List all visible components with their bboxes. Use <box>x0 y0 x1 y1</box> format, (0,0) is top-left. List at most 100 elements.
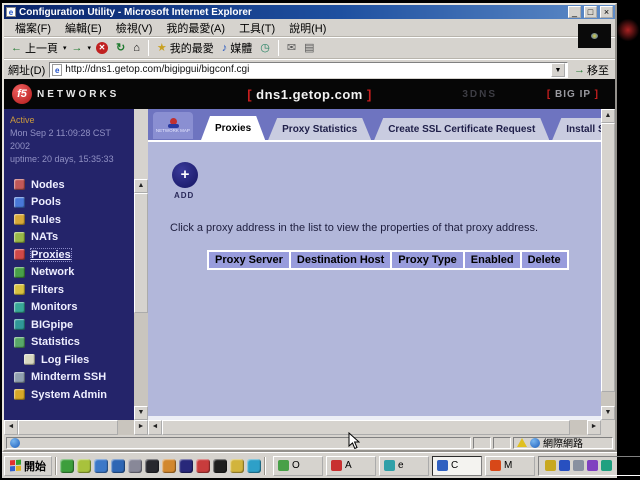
menu-file[interactable]: 檔案(F) <box>8 19 58 37</box>
favorites-button[interactable]: ★ 我的最愛 <box>154 39 217 57</box>
forward-dropdown[interactable]: ▾ <box>88 44 92 52</box>
bigpipe-icon <box>14 319 25 330</box>
sidebar-scrollbar-horizontal[interactable]: ◄ ► <box>4 420 148 435</box>
quicklaunch-icon[interactable] <box>179 459 193 473</box>
quicklaunch-icon[interactable] <box>77 459 91 473</box>
app-icon <box>490 460 501 471</box>
menu-help[interactable]: 說明(H) <box>282 19 333 37</box>
rules-icon <box>14 214 25 225</box>
scroll-up-icon[interactable]: ▲ <box>134 179 148 193</box>
home-button[interactable]: ⌂ <box>130 41 143 55</box>
task-button[interactable]: O <box>273 456 323 476</box>
scroll-thumb[interactable] <box>134 193 148 313</box>
quicklaunch-icon[interactable] <box>94 459 108 473</box>
quicklaunch-icon[interactable] <box>60 459 74 473</box>
sidebar-item-mindterm-ssh[interactable]: Mindterm SSH <box>4 369 134 387</box>
sidebar-item-statistics[interactable]: Statistics <box>4 334 134 352</box>
sidebar-item-log-files[interactable]: Log Files <box>4 351 134 369</box>
tab-proxies[interactable]: Proxies <box>201 116 265 140</box>
task-button[interactable]: M <box>485 456 535 476</box>
scroll-left-icon[interactable]: ◄ <box>4 420 18 435</box>
back-dropdown[interactable]: ▾ <box>63 44 67 52</box>
scroll-down-icon[interactable]: ▼ <box>601 406 615 420</box>
quicklaunch-icon[interactable] <box>128 459 142 473</box>
tab-create-ssl-certificate-request[interactable]: Create SSL Certificate Request <box>374 118 549 140</box>
tray-icon[interactable] <box>559 460 570 471</box>
sidebar-item-bigpipe[interactable]: BIGpipe <box>4 316 134 334</box>
quicklaunch-icon[interactable] <box>111 459 125 473</box>
menu-edit[interactable]: 編輯(E) <box>58 19 109 37</box>
address-input[interactable]: e http://dns1.getop.com/bigipgui/bigconf… <box>49 62 568 78</box>
scroll-right-icon[interactable]: ► <box>587 420 601 435</box>
ie-window: e Configuration Utility - Microsoft Inte… <box>2 3 617 452</box>
proxies-page: + ADD Click a proxy address in the list … <box>148 140 601 420</box>
tray-icon[interactable] <box>601 460 612 471</box>
sidebar-item-monitors[interactable]: Monitors <box>4 299 134 317</box>
column-proxy-type: Proxy Type <box>392 252 463 268</box>
scroll-thumb[interactable] <box>18 420 118 435</box>
sidebar-item-filters[interactable]: Filters <box>4 281 134 299</box>
quicklaunch-icon[interactable] <box>247 459 261 473</box>
forward-button[interactable]: → <box>69 41 86 55</box>
windows-logo-icon <box>10 460 21 472</box>
address-dropdown[interactable]: ▼ <box>551 63 565 77</box>
sidebar-item-network[interactable]: Network <box>4 264 134 282</box>
media-button[interactable]: ♪ 媒體 <box>219 39 256 57</box>
quicklaunch-icon[interactable] <box>230 459 244 473</box>
taskbar: 開始 O A e C M <box>2 452 617 478</box>
network-map-button[interactable]: NETWORK MAP <box>153 112 193 139</box>
taskbar-clock[interactable]: 上午 11:00 <box>618 458 640 473</box>
quicklaunch-icon[interactable] <box>213 459 227 473</box>
add-button-label: ADD <box>174 191 194 200</box>
quicklaunch-icon[interactable] <box>196 459 210 473</box>
main-scrollbar-vertical[interactable]: ▲ ▼ <box>601 109 615 420</box>
scroll-thumb[interactable] <box>162 420 570 435</box>
scroll-up-icon[interactable]: ▲ <box>601 109 615 123</box>
back-icon: ← <box>11 42 22 54</box>
quicklaunch-icon[interactable] <box>162 459 176 473</box>
tray-icon[interactable] <box>573 460 584 471</box>
tray-icon[interactable] <box>587 460 598 471</box>
window-title: Configuration Utility - Microsoft Intern… <box>19 7 565 18</box>
go-button[interactable]: → 移至 <box>572 62 611 78</box>
add-proxy-button[interactable]: + <box>172 162 198 188</box>
sidebar-item-proxies[interactable]: Proxies <box>4 246 134 264</box>
go-icon: → <box>574 64 585 76</box>
sidebar-item-rules[interactable]: Rules <box>4 211 134 229</box>
tray-icon[interactable] <box>545 460 556 471</box>
print-button[interactable]: ▤ <box>301 41 317 55</box>
stop-button[interactable]: ✕ <box>93 41 111 55</box>
tab-proxy-statistics[interactable]: Proxy Statistics <box>268 118 371 140</box>
scroll-thumb[interactable] <box>601 123 615 392</box>
close-button[interactable]: × <box>600 6 613 18</box>
menu-view[interactable]: 檢視(V) <box>109 19 160 37</box>
sidebar-item-nats[interactable]: NATs <box>4 229 134 247</box>
menu-favorites[interactable]: 我的最愛(A) <box>159 19 232 37</box>
scroll-right-icon[interactable]: ► <box>134 420 148 435</box>
history-button[interactable]: ◷ <box>257 41 273 55</box>
tab-install-ssl-certificate[interactable]: Install SSL Certif <box>552 118 601 140</box>
sidebar-item-system-admin[interactable]: System Admin <box>4 386 134 404</box>
task-button-active[interactable]: C <box>432 456 482 476</box>
scroll-left-icon[interactable]: ◄ <box>148 420 162 435</box>
task-buttons: O A e C M <box>273 456 535 476</box>
start-button[interactable]: 開始 <box>4 456 52 476</box>
refresh-button[interactable]: ↻ <box>113 41 128 55</box>
scroll-down-icon[interactable]: ▼ <box>134 406 148 420</box>
maximize-button[interactable]: □ <box>584 6 597 18</box>
sidebar-scrollbar-vertical[interactable]: ▲ ▼ <box>134 179 148 420</box>
minimize-button[interactable]: _ <box>568 6 581 18</box>
quick-launch <box>60 459 261 473</box>
system-tray: 上午 11:00 <box>538 456 640 476</box>
task-button[interactable]: A <box>326 456 376 476</box>
sidebar-item-nodes[interactable]: Nodes <box>4 176 134 194</box>
back-button[interactable]: ← 上一頁 <box>8 39 61 57</box>
task-button[interactable]: e <box>379 456 429 476</box>
quicklaunch-icon[interactable] <box>145 459 159 473</box>
main-scrollbar-horizontal[interactable]: ◄ ► <box>148 420 601 435</box>
mail-button[interactable]: ✉ <box>284 41 299 55</box>
sidebar-item-pools[interactable]: Pools <box>4 194 134 212</box>
menu-tools[interactable]: 工具(T) <box>232 19 282 37</box>
app-icon <box>384 460 395 471</box>
status-datetime: Mon Sep 2 11:09:28 CST 2002 <box>10 127 128 153</box>
